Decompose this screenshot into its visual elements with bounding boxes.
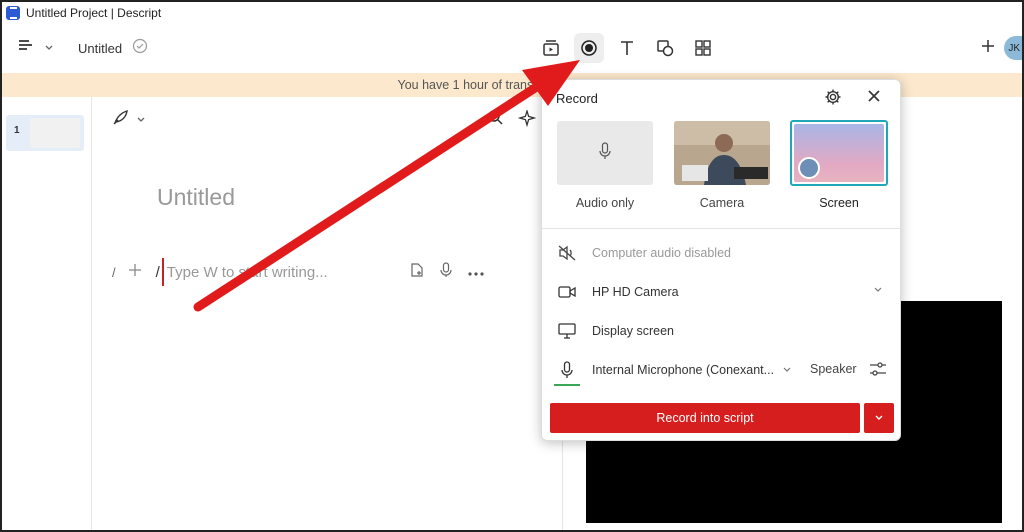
app-window: Untitled Project | Descript Untitled JK … xyxy=(0,0,1024,532)
annotation-arrow xyxy=(193,60,580,312)
